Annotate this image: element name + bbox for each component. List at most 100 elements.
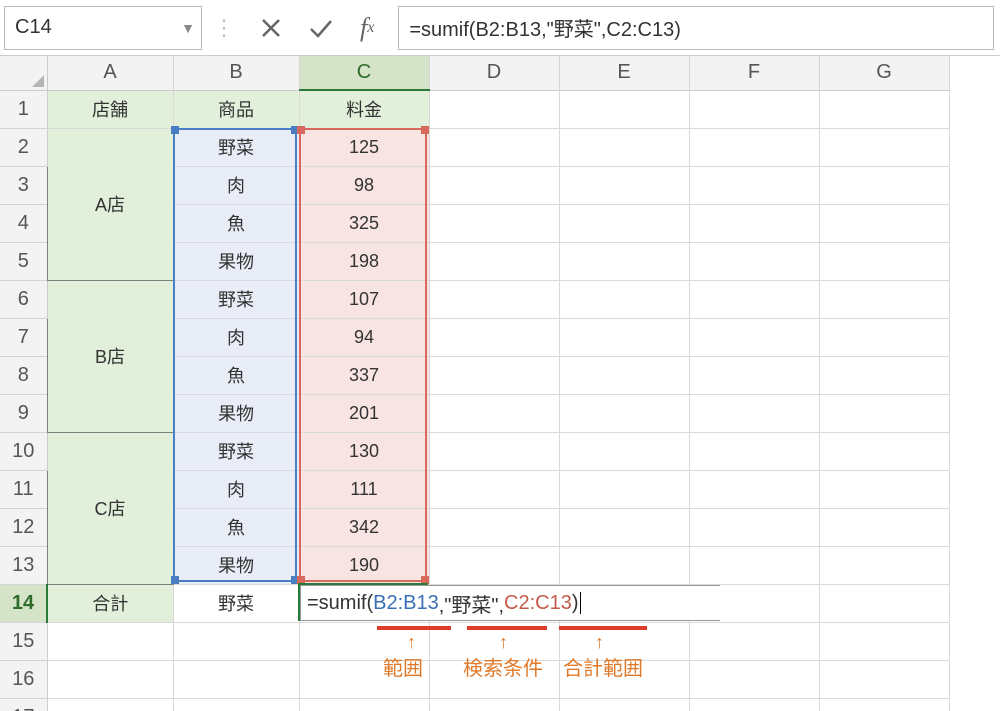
cell-A6[interactable]: B店 — [47, 280, 173, 432]
column-header-c[interactable]: C — [299, 56, 429, 90]
cell-C17[interactable] — [299, 698, 429, 711]
cell-D8[interactable] — [429, 356, 559, 394]
cell-G11[interactable] — [819, 470, 949, 508]
cell-B5[interactable]: 果物 — [173, 242, 299, 280]
cell-G3[interactable] — [819, 166, 949, 204]
cell-B9[interactable]: 果物 — [173, 394, 299, 432]
cell-C8[interactable]: 337 — [299, 356, 429, 394]
cell-D7[interactable] — [429, 318, 559, 356]
cell-F3[interactable] — [689, 166, 819, 204]
cell-B8[interactable]: 魚 — [173, 356, 299, 394]
cell-A15[interactable] — [47, 622, 173, 660]
column-header-a[interactable]: A — [47, 56, 173, 90]
name-box-dropdown-icon[interactable]: ▼ — [175, 20, 201, 36]
cell-E10[interactable] — [559, 432, 689, 470]
fx-icon[interactable]: fx — [360, 13, 374, 43]
cell-E11[interactable] — [559, 470, 689, 508]
cell-F9[interactable] — [689, 394, 819, 432]
cell-G8[interactable] — [819, 356, 949, 394]
cell-G1[interactable] — [819, 90, 949, 128]
cell-C6[interactable]: 107 — [299, 280, 429, 318]
cell-G16[interactable] — [819, 660, 949, 698]
cell-B10[interactable]: 野菜 — [173, 432, 299, 470]
cell-G9[interactable] — [819, 394, 949, 432]
cell-G12[interactable] — [819, 508, 949, 546]
row-header-16[interactable]: 16 — [0, 660, 47, 698]
cell-E2[interactable] — [559, 128, 689, 166]
cell-A14[interactable]: 合計 — [47, 584, 173, 622]
cell-F8[interactable] — [689, 356, 819, 394]
row-header-4[interactable]: 4 — [0, 204, 47, 242]
cell-E17[interactable] — [559, 698, 689, 711]
cell-F1[interactable] — [689, 90, 819, 128]
cell-D2[interactable] — [429, 128, 559, 166]
cell-F5[interactable] — [689, 242, 819, 280]
cell-A2[interactable]: A店 — [47, 128, 173, 280]
row-header-9[interactable]: 9 — [0, 394, 47, 432]
cell-D4[interactable] — [429, 204, 559, 242]
column-header-b[interactable]: B — [173, 56, 299, 90]
cell-G2[interactable] — [819, 128, 949, 166]
cell-C4[interactable]: 325 — [299, 204, 429, 242]
cell-E6[interactable] — [559, 280, 689, 318]
column-header-e[interactable]: E — [559, 56, 689, 90]
cell-C13[interactable]: 190 — [299, 546, 429, 584]
spreadsheet-grid[interactable]: ABCDEFG1店舗商品料金2A店野菜1253肉984魚3255果物1986B店… — [0, 56, 1000, 711]
cell-G13[interactable] — [819, 546, 949, 584]
cell-G15[interactable] — [819, 622, 949, 660]
cell-B17[interactable] — [173, 698, 299, 711]
select-all-corner[interactable] — [0, 56, 47, 90]
cell-D6[interactable] — [429, 280, 559, 318]
cell-E5[interactable] — [559, 242, 689, 280]
row-header-7[interactable]: 7 — [0, 318, 47, 356]
cell-F11[interactable] — [689, 470, 819, 508]
column-header-f[interactable]: F — [689, 56, 819, 90]
enter-icon[interactable] — [308, 17, 334, 39]
cell-E4[interactable] — [559, 204, 689, 242]
row-header-12[interactable]: 12 — [0, 508, 47, 546]
cell-F7[interactable] — [689, 318, 819, 356]
row-header-10[interactable]: 10 — [0, 432, 47, 470]
cell-F13[interactable] — [689, 546, 819, 584]
column-header-d[interactable]: D — [429, 56, 559, 90]
cell-C12[interactable]: 342 — [299, 508, 429, 546]
cell-D13[interactable] — [429, 546, 559, 584]
cell-C9[interactable]: 201 — [299, 394, 429, 432]
cell-D5[interactable] — [429, 242, 559, 280]
cell-F2[interactable] — [689, 128, 819, 166]
cell-D3[interactable] — [429, 166, 559, 204]
cell-F15[interactable] — [689, 622, 819, 660]
row-header-13[interactable]: 13 — [0, 546, 47, 584]
cancel-icon[interactable] — [260, 17, 282, 39]
cell-C3[interactable]: 98 — [299, 166, 429, 204]
cell-G4[interactable] — [819, 204, 949, 242]
cell-E9[interactable] — [559, 394, 689, 432]
row-header-3[interactable]: 3 — [0, 166, 47, 204]
cell-C1[interactable]: 料金 — [299, 90, 429, 128]
cell-inline-editor[interactable]: =sumif(B2:B13,"野菜",C2:C13) — [300, 585, 720, 621]
cell-D17[interactable] — [429, 698, 559, 711]
cell-B11[interactable]: 肉 — [173, 470, 299, 508]
cell-B6[interactable]: 野菜 — [173, 280, 299, 318]
row-header-14[interactable]: 14 — [0, 584, 47, 622]
cell-G6[interactable] — [819, 280, 949, 318]
row-header-15[interactable]: 15 — [0, 622, 47, 660]
cell-B16[interactable] — [173, 660, 299, 698]
cell-F16[interactable] — [689, 660, 819, 698]
cell-E3[interactable] — [559, 166, 689, 204]
cell-B7[interactable]: 肉 — [173, 318, 299, 356]
cell-G7[interactable] — [819, 318, 949, 356]
cell-A17[interactable] — [47, 698, 173, 711]
row-header-5[interactable]: 5 — [0, 242, 47, 280]
cell-B3[interactable]: 肉 — [173, 166, 299, 204]
cell-B14[interactable]: 野菜 — [173, 584, 299, 622]
cell-F10[interactable] — [689, 432, 819, 470]
cell-G14[interactable] — [819, 584, 949, 622]
cell-G17[interactable] — [819, 698, 949, 711]
cell-F17[interactable] — [689, 698, 819, 711]
row-header-11[interactable]: 11 — [0, 470, 47, 508]
cell-G10[interactable] — [819, 432, 949, 470]
cell-C2[interactable]: 125 — [299, 128, 429, 166]
cell-B12[interactable]: 魚 — [173, 508, 299, 546]
row-header-6[interactable]: 6 — [0, 280, 47, 318]
